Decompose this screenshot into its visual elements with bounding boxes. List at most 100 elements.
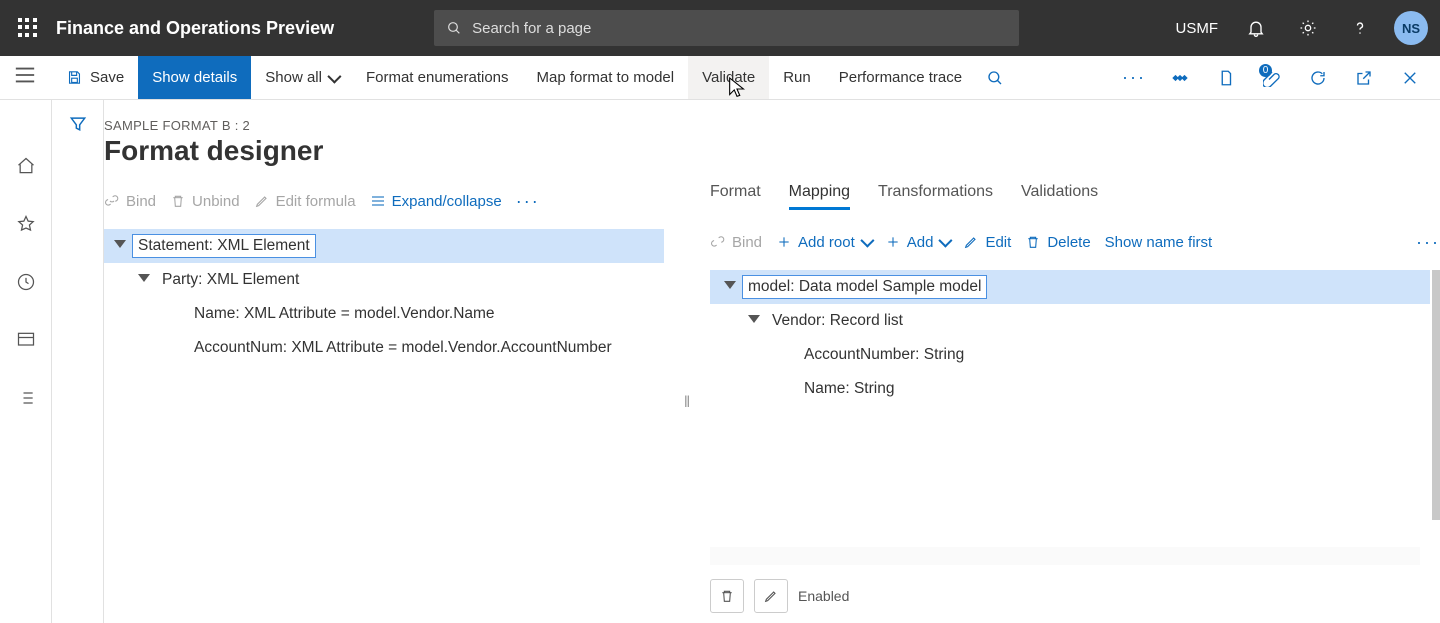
tab-validations[interactable]: Validations xyxy=(1021,183,1098,210)
home-nav-button[interactable] xyxy=(10,150,42,182)
mapping-footer: Enabled xyxy=(710,547,1420,613)
attachment-count-badge: 0 xyxy=(1259,64,1272,77)
global-search[interactable]: Search for a page xyxy=(434,10,1019,46)
company-picker[interactable]: USMF xyxy=(1172,20,1223,37)
run-button[interactable]: Run xyxy=(769,56,825,99)
star-icon xyxy=(16,214,36,234)
workspace-icon xyxy=(16,330,36,350)
refresh-icon xyxy=(1309,69,1327,87)
mapping-tree[interactable]: model: Data model Sample model Vendor: R… xyxy=(710,270,1430,406)
notifications-button[interactable] xyxy=(1238,10,1274,46)
command-bar: Save Show details Show all Format enumer… xyxy=(0,56,1440,100)
pane-splitter[interactable]: ‖ xyxy=(674,183,700,623)
mapping-tree-scroll[interactable]: model: Data model Sample model Vendor: R… xyxy=(710,270,1440,520)
add-button[interactable]: Add xyxy=(885,234,950,251)
tree-node-accountnumber[interactable]: AccountNumber: String xyxy=(710,338,1430,372)
tree-node-model[interactable]: model: Data model Sample model xyxy=(710,270,1430,304)
nav-toggle-button[interactable] xyxy=(14,66,36,89)
topbar: Finance and Operations Preview Search fo… xyxy=(0,0,1440,56)
add-root-button[interactable]: Add root xyxy=(776,234,871,251)
footer-edit-button[interactable] xyxy=(754,579,788,613)
user-avatar[interactable]: NS xyxy=(1394,11,1428,45)
workspaces-nav-button[interactable] xyxy=(10,324,42,356)
format-tree-toolbar: Bind Unbind Edit formula Expand/collapse xyxy=(104,183,664,219)
trash-icon xyxy=(170,193,186,209)
popout-icon xyxy=(1355,69,1373,87)
filter-rail xyxy=(52,100,104,623)
popout-button[interactable] xyxy=(1348,62,1380,94)
expander-icon[interactable] xyxy=(748,315,760,327)
save-button[interactable]: Save xyxy=(52,56,138,99)
tab-format[interactable]: Format xyxy=(710,183,761,210)
ellipsis-icon: ··· xyxy=(1122,67,1146,88)
show-name-first-button[interactable]: Show name first xyxy=(1105,234,1213,251)
mapping-bind-button[interactable]: Bind xyxy=(710,234,762,251)
page-icon xyxy=(1217,69,1235,87)
close-button[interactable] xyxy=(1394,62,1426,94)
performance-trace-button[interactable]: Performance trace xyxy=(825,56,976,99)
tree-node-party[interactable]: Party: XML Element xyxy=(104,263,664,297)
chevron-down-icon xyxy=(327,69,341,83)
plus-icon xyxy=(885,234,901,250)
validate-button[interactable]: Validate xyxy=(688,56,769,99)
format-enumerations-button[interactable]: Format enumerations xyxy=(352,56,523,99)
recent-nav-button[interactable] xyxy=(10,266,42,298)
pencil-icon xyxy=(763,588,779,604)
edit-button[interactable]: Edit xyxy=(963,234,1011,251)
mapping-pane: Format Mapping Transformations Validatio… xyxy=(700,183,1440,623)
page-options-button[interactable] xyxy=(1210,62,1242,94)
filter-button[interactable] xyxy=(68,114,88,623)
breadcrumb: SAMPLE FORMAT B : 2 xyxy=(104,118,1440,133)
left-nav-rail xyxy=(0,100,52,623)
trash-icon xyxy=(1025,234,1041,250)
help-button[interactable] xyxy=(1342,10,1378,46)
tree-node-name[interactable]: Name: XML Attribute = model.Vendor.Name xyxy=(104,297,664,331)
tree-expand-icon xyxy=(370,193,386,209)
footer-spacer xyxy=(710,547,1420,565)
gear-icon xyxy=(1298,18,1318,38)
show-details-button[interactable]: Show details xyxy=(138,56,251,99)
format-tree[interactable]: Statement: XML Element Party: XML Elemen… xyxy=(104,229,664,365)
settings-button[interactable] xyxy=(1290,10,1326,46)
options-button[interactable] xyxy=(1164,62,1196,94)
search-icon xyxy=(986,69,1004,87)
attachments-button[interactable]: 0 xyxy=(1256,62,1288,94)
more-actions-button[interactable]: ··· xyxy=(1118,62,1150,94)
footer-delete-button[interactable] xyxy=(710,579,744,613)
bell-icon xyxy=(1246,18,1266,38)
tree-node-statement[interactable]: Statement: XML Element xyxy=(104,229,664,263)
expander-icon[interactable] xyxy=(138,274,150,286)
map-format-to-model-button[interactable]: Map format to model xyxy=(523,56,689,99)
chevron-down-icon xyxy=(860,234,874,248)
tree-node-vendor[interactable]: Vendor: Record list xyxy=(710,304,1430,338)
bind-button[interactable]: Bind xyxy=(104,193,156,210)
expander-icon[interactable] xyxy=(114,240,126,252)
favorites-nav-button[interactable] xyxy=(10,208,42,240)
mapping-toolbar-more-button[interactable]: ··· xyxy=(1416,232,1440,253)
expand-collapse-button[interactable]: Expand/collapse xyxy=(370,193,502,210)
search-command-button[interactable] xyxy=(976,56,1014,99)
unbind-button[interactable]: Unbind xyxy=(170,193,240,210)
app-launcher-button[interactable] xyxy=(0,18,56,38)
tree-node-name[interactable]: Name: String xyxy=(710,372,1430,406)
tab-mapping[interactable]: Mapping xyxy=(789,183,850,210)
expander-icon[interactable] xyxy=(724,281,736,293)
chevron-down-icon xyxy=(939,234,953,248)
plus-icon xyxy=(776,234,792,250)
tree-node-accountnum[interactable]: AccountNum: XML Attribute = model.Vendor… xyxy=(104,331,664,365)
list-icon xyxy=(16,388,36,408)
save-icon xyxy=(66,69,83,86)
modules-nav-button[interactable] xyxy=(10,382,42,414)
tab-transformations[interactable]: Transformations xyxy=(878,183,993,210)
refresh-button[interactable] xyxy=(1302,62,1334,94)
global-search-placeholder: Search for a page xyxy=(472,20,591,37)
search-icon xyxy=(446,20,462,36)
delete-button[interactable]: Delete xyxy=(1025,234,1090,251)
trash-icon xyxy=(719,588,735,604)
waffle-icon xyxy=(18,18,38,38)
format-toolbar-more-button[interactable]: ··· xyxy=(516,191,540,212)
link-icon xyxy=(104,193,120,209)
format-tree-pane: Bind Unbind Edit formula Expand/collapse xyxy=(104,183,674,623)
show-all-button[interactable]: Show all xyxy=(251,56,352,99)
edit-formula-button[interactable]: Edit formula xyxy=(254,193,356,210)
